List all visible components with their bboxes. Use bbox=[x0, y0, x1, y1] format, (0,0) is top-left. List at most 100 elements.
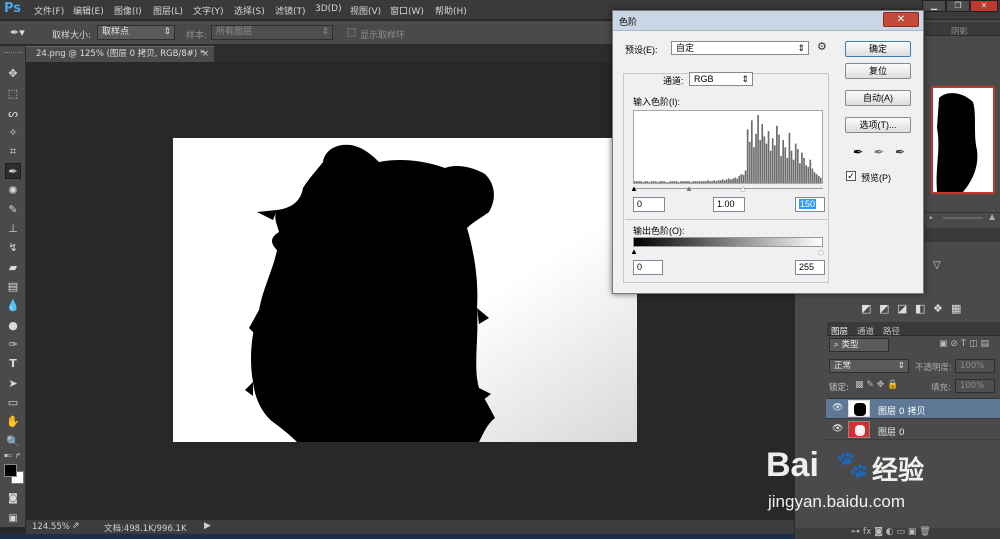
show-ring-checkbox[interactable] bbox=[347, 28, 356, 37]
options-button[interactable]: 选项(T)... bbox=[845, 117, 911, 133]
window-minimize-button[interactable]: ▁ bbox=[922, 0, 946, 12]
menu-image[interactable]: 图像(I) bbox=[114, 4, 142, 17]
blend-mode-select[interactable]: 正常 ⇕ bbox=[829, 359, 909, 373]
history-brush-tool-icon[interactable]: ↯ bbox=[5, 240, 21, 256]
white-eyedropper-icon[interactable]: ✒ bbox=[895, 145, 905, 159]
layer-name[interactable]: 图层 0 bbox=[878, 425, 905, 438]
photo-filter-icon[interactable]: ◧ bbox=[915, 302, 925, 315]
preview-checkbox[interactable]: ✓ bbox=[846, 171, 856, 181]
menu-3d[interactable]: 3D(D) bbox=[315, 4, 342, 14]
path-selection-tool-icon[interactable]: ➤ bbox=[5, 376, 21, 392]
window-close-button[interactable]: ✕ bbox=[970, 0, 998, 12]
dialog-close-button[interactable]: ✕ bbox=[883, 12, 919, 27]
ok-button[interactable]: 确定 bbox=[845, 41, 911, 57]
layer-footer-icons[interactable]: ⊶ fx ◙ ◐ ▭ ▣ 🗑 bbox=[851, 527, 931, 537]
output-black-field[interactable]: 0 bbox=[633, 260, 663, 275]
preset-select[interactable]: 自定 ⇕ bbox=[671, 41, 809, 55]
zoom-level[interactable]: 124.55% bbox=[32, 522, 70, 532]
marquee-tool-icon[interactable]: ⬚ bbox=[5, 86, 21, 102]
opacity-field[interactable]: 100% bbox=[955, 359, 995, 373]
dialog-title-bar[interactable]: 色阶 ✕ bbox=[613, 11, 923, 31]
gradient-tool-icon[interactable]: ▤ bbox=[5, 279, 21, 295]
dodge-tool-icon[interactable]: ● bbox=[5, 318, 21, 334]
move-tool-icon[interactable]: ✥ bbox=[5, 66, 21, 82]
layer-row[interactable]: 👁 图层 0 拷贝 bbox=[826, 399, 1000, 419]
blur-tool-icon[interactable]: 💧 bbox=[5, 298, 21, 314]
magic-wand-tool-icon[interactable]: ✧ bbox=[5, 125, 21, 141]
tab-channels[interactable]: 通道 bbox=[857, 325, 874, 337]
tab-shadow[interactable]: 阴影 bbox=[951, 25, 968, 37]
input-slider-track[interactable]: ▲ ▲ ▲ bbox=[630, 184, 823, 193]
menu-view[interactable]: 视图(V) bbox=[350, 4, 381, 17]
healing-brush-tool-icon[interactable]: ✺ bbox=[5, 183, 21, 199]
eye-icon[interactable]: 👁 bbox=[832, 424, 843, 434]
window-restore-button[interactable]: ❐ bbox=[946, 0, 970, 12]
gear-icon[interactable]: ⚙ bbox=[817, 40, 827, 53]
quick-mask-icon[interactable]: ◙ bbox=[5, 491, 21, 507]
reset-button[interactable]: 复位 bbox=[845, 63, 911, 79]
zoom-in-icon[interactable]: ▲ bbox=[989, 212, 995, 221]
eyedropper-tool-preset-icon[interactable]: ✒▾ bbox=[10, 26, 28, 40]
menu-file[interactable]: 文件(F) bbox=[34, 4, 64, 17]
share-icon[interactable]: ⇗ bbox=[72, 521, 80, 531]
triangle-icon[interactable]: ▽ bbox=[933, 260, 941, 271]
foreground-color-swatch[interactable] bbox=[4, 464, 17, 477]
output-white-field[interactable]: 255 bbox=[795, 260, 825, 275]
swap-colors-icon[interactable]: ↱ bbox=[15, 452, 23, 460]
black-eyedropper-icon[interactable]: ✒ bbox=[853, 145, 863, 159]
clone-stamp-tool-icon[interactable]: ⊥ bbox=[5, 221, 21, 237]
eyedropper-tool-icon[interactable]: ✒ bbox=[5, 163, 21, 179]
tab-layers[interactable]: 图层 bbox=[831, 325, 848, 337]
menu-help[interactable]: 帮助(H) bbox=[435, 4, 467, 17]
menu-select[interactable]: 选择(S) bbox=[234, 4, 265, 17]
lasso-tool-icon[interactable]: ᔕ bbox=[5, 106, 21, 122]
brush-tool-icon[interactable]: ✎ bbox=[5, 202, 21, 218]
channel-mixer-icon[interactable]: ❖ bbox=[933, 302, 943, 315]
rectangle-tool-icon[interactable]: ▭ bbox=[5, 395, 21, 411]
status-menu-arrow-icon[interactable]: ▶ bbox=[204, 521, 211, 531]
navigator-preview[interactable] bbox=[931, 86, 995, 194]
menu-edit[interactable]: 编辑(E) bbox=[73, 4, 104, 17]
layer-row[interactable]: 👁 图层 0 bbox=[826, 420, 1000, 440]
auto-button[interactable]: 自动(A) bbox=[845, 90, 911, 106]
gray-eyedropper-icon[interactable]: ✒ bbox=[874, 145, 884, 159]
hand-tool-icon[interactable]: ✋ bbox=[5, 414, 21, 430]
input-black-slider[interactable]: ▲ bbox=[630, 184, 638, 193]
output-black-slider[interactable]: ▲ bbox=[630, 247, 638, 256]
tab-close-icon[interactable]: × bbox=[202, 47, 209, 61]
lock-icons[interactable]: ▩ ✎ ✥ 🔒 bbox=[855, 380, 898, 390]
menu-window[interactable]: 窗口(W) bbox=[390, 4, 424, 17]
eye-icon[interactable]: 👁 bbox=[832, 403, 843, 413]
input-white-slider[interactable]: ▲ bbox=[739, 184, 747, 193]
menu-layer[interactable]: 图层(L) bbox=[153, 4, 183, 17]
default-colors-icon[interactable]: ▪▫ bbox=[4, 452, 12, 459]
exposure-adjustment-icon[interactable]: ◪ bbox=[897, 302, 907, 315]
menu-type[interactable]: 文字(Y) bbox=[193, 4, 224, 17]
sample-size-select[interactable]: 取样点 ⇕ bbox=[97, 25, 175, 40]
channel-select[interactable]: RGB ⇕ bbox=[689, 72, 753, 86]
color-lookup-icon[interactable]: ▦ bbox=[951, 302, 961, 315]
input-gamma-field[interactable]: 1.00 bbox=[713, 197, 745, 212]
levels-adjustment-icon[interactable]: ◩ bbox=[861, 302, 871, 315]
screen-mode-icon[interactable]: ▣ bbox=[5, 511, 21, 527]
navigator-zoom-slider[interactable] bbox=[943, 217, 983, 219]
input-black-field[interactable]: 0 bbox=[633, 197, 665, 212]
fill-field[interactable]: 100% bbox=[955, 379, 995, 393]
curves-adjustment-icon[interactable]: ◩ bbox=[879, 302, 889, 315]
menu-filter[interactable]: 滤镜(T) bbox=[275, 4, 306, 17]
zoom-tool-icon[interactable]: 🔍 bbox=[5, 434, 21, 450]
zoom-out-icon[interactable]: ▴ bbox=[929, 213, 933, 221]
filter-pixel-icon[interactable]: ▣ ⊘ T ◫ ▤ bbox=[939, 339, 989, 349]
document-canvas[interactable] bbox=[173, 138, 637, 442]
tab-paths[interactable]: 路径 bbox=[883, 325, 900, 337]
eraser-tool-icon[interactable]: ▰ bbox=[5, 260, 21, 276]
output-white-slider[interactable]: ▲ bbox=[817, 247, 825, 256]
sample-select[interactable]: 所有图层 ⇕ bbox=[211, 25, 333, 40]
input-white-field[interactable]: 150 bbox=[795, 197, 825, 212]
layer-name[interactable]: 图层 0 拷贝 bbox=[878, 404, 925, 417]
output-slider-track[interactable]: ▲ ▲ bbox=[630, 247, 825, 256]
type-tool-icon[interactable]: T bbox=[5, 356, 21, 372]
input-gamma-slider[interactable]: ▲ bbox=[685, 184, 693, 193]
layer-filter-select[interactable]: ⌕ 类型 bbox=[829, 338, 889, 352]
document-tab[interactable]: 24.png @ 125% (图层 0 拷贝, RGB/8#) * × bbox=[26, 46, 214, 62]
